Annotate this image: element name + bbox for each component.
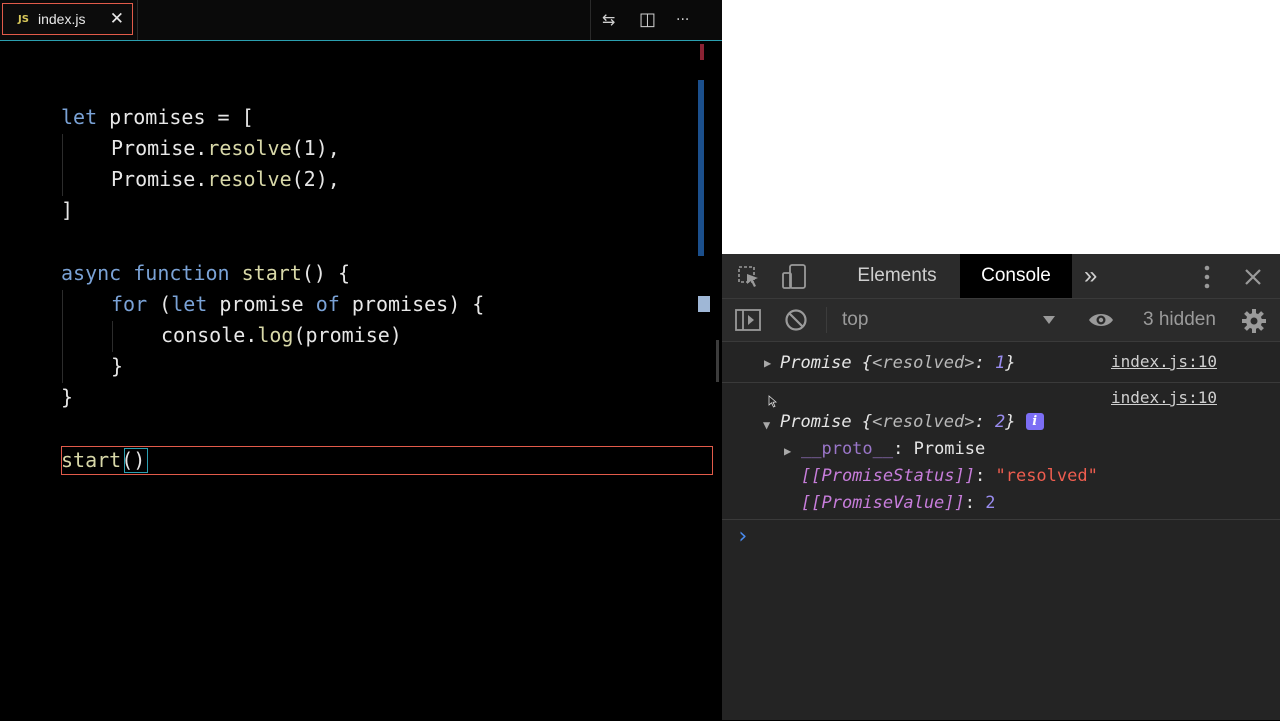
punctuation: . [195, 167, 208, 191]
code-line-10: } [61, 385, 74, 409]
tab-console[interactable]: Console [960, 254, 1072, 298]
tab-index-js[interactable]: JS index.js ✕ [2, 3, 133, 35]
dropdown-arrow-icon[interactable] [1042, 315, 1056, 325]
tab-divider [137, 0, 138, 40]
inspect-element-icon[interactable] [738, 266, 762, 288]
identifier: Promise [111, 136, 196, 160]
split-editor-icon[interactable]: ◫ [639, 10, 656, 30]
more-tabs-icon[interactable]: » [1084, 254, 1097, 298]
keyword-let: let [61, 105, 98, 129]
code-line-7: for (let promise of promises) { [111, 289, 484, 320]
method-name: log [257, 323, 294, 347]
console-settings-gear-icon[interactable] [1241, 308, 1267, 334]
expand-proto-triangle-icon[interactable]: ▶ [784, 444, 791, 458]
hidden-messages-count[interactable]: 3 hidden [1143, 299, 1216, 341]
scrollbar-cursor-marker [698, 296, 710, 312]
devtools-tab-bar: Elements Console » [722, 254, 1280, 299]
tab-filename: index.js [38, 11, 86, 27]
console-message[interactable]: ▶ Promise {<resolved>: 1} index.js:10 [722, 342, 1280, 382]
arguments: (promise) [293, 323, 402, 347]
console-prompt[interactable]: › [722, 520, 1280, 560]
console-log-value: Promise {<resolved>: 1} [780, 353, 1016, 373]
function-name: start [241, 261, 302, 285]
expand-triangle-icon[interactable]: ▶ [764, 356, 771, 370]
mouse-cursor-icon [768, 395, 777, 408]
tab-elements[interactable]: Elements [830, 254, 964, 298]
toolbar-separator [826, 307, 827, 333]
devtools-panel: Elements Console » top 3 hidden ▶ Promis… [722, 254, 1280, 720]
source-link[interactable]: index.js:10 [1111, 352, 1217, 371]
identifier: promises [351, 292, 449, 316]
punctuation: . [195, 136, 208, 160]
code-line-1: let promises = [ [61, 102, 254, 133]
code-line-4: ] [61, 198, 74, 222]
method-name: resolve [207, 136, 292, 160]
punctuation: = [ [205, 105, 254, 129]
info-icon[interactable]: i [1025, 413, 1044, 430]
toolbar-separator [590, 0, 591, 40]
console-message[interactable]: index.js:10 ▼ Promise {<resolved>: 2} i … [722, 383, 1280, 519]
arguments: (2), [291, 167, 340, 191]
code-line-6: async function start() { [61, 258, 350, 289]
arguments: (1), [291, 136, 340, 160]
kebab-menu-icon[interactable] [1202, 264, 1212, 290]
scrollbar-grip[interactable] [716, 340, 719, 382]
punctuation: . [245, 323, 258, 347]
code-line-8: console.log(promise) [161, 320, 402, 351]
indent-guide [112, 321, 113, 352]
context-selector[interactable]: top [842, 299, 868, 341]
indent-guide [62, 290, 63, 383]
code-line-9: } [111, 354, 124, 378]
live-expression-eye-icon[interactable] [1088, 309, 1114, 331]
compare-changes-icon[interactable]: ⇆ [602, 10, 615, 30]
more-actions-icon[interactable]: ··· [676, 10, 689, 30]
console-log-value: Promise {<resolved>: 2} i [780, 412, 1044, 432]
indent-guide [62, 134, 63, 196]
arguments: () [121, 448, 146, 472]
keyword-let: let [171, 292, 208, 316]
editor-tab-bar: JS index.js ✕ ⇆ ◫ ··· [0, 0, 722, 41]
source-link[interactable]: index.js:10 [1111, 388, 1217, 407]
punctuation: () { [301, 261, 351, 285]
promise-value-property: [[PromiseValue]]: 2 [801, 493, 996, 513]
close-tab-icon[interactable]: ✕ [110, 8, 124, 30]
keyword-function: function [133, 261, 230, 285]
proto-property[interactable]: __proto__: Promise [801, 439, 985, 459]
identifier: promises [109, 105, 206, 129]
identifier: promise [219, 292, 304, 316]
clear-console-icon[interactable] [784, 308, 808, 332]
code-line-2: Promise.resolve(1), [111, 133, 340, 164]
prompt-chevron-icon: › [736, 524, 750, 549]
function-call: start [61, 448, 122, 472]
keyword-async: async [61, 261, 122, 285]
show-sidebar-icon[interactable] [734, 308, 762, 332]
promise-status-property: [[PromiseStatus]]: "resolved" [801, 466, 1098, 486]
keyword-for: for [111, 292, 148, 316]
current-line-highlight [61, 446, 713, 475]
code-editor[interactable]: JS index.js ✕ ⇆ ◫ ··· let promises = [ P… [0, 0, 722, 720]
identifier: console [161, 323, 246, 347]
punctuation: ) { [448, 292, 485, 316]
scrollbar-thumb[interactable] [698, 80, 704, 256]
device-toolbar-icon[interactable] [780, 263, 808, 291]
punctuation: ( [147, 292, 172, 316]
close-devtools-icon[interactable] [1243, 267, 1263, 287]
code-line-3: Promise.resolve(2), [111, 164, 340, 195]
console-toolbar: top 3 hidden [722, 299, 1280, 342]
javascript-file-icon: JS [18, 13, 29, 25]
collapse-triangle-icon[interactable]: ▼ [763, 418, 770, 432]
browser-viewport [722, 0, 1280, 254]
identifier: Promise [111, 167, 196, 191]
scrollbar-error-marker [700, 44, 704, 60]
method-name: resolve [207, 167, 292, 191]
code-line-12: start() [61, 445, 145, 476]
keyword-of: of [315, 292, 340, 316]
